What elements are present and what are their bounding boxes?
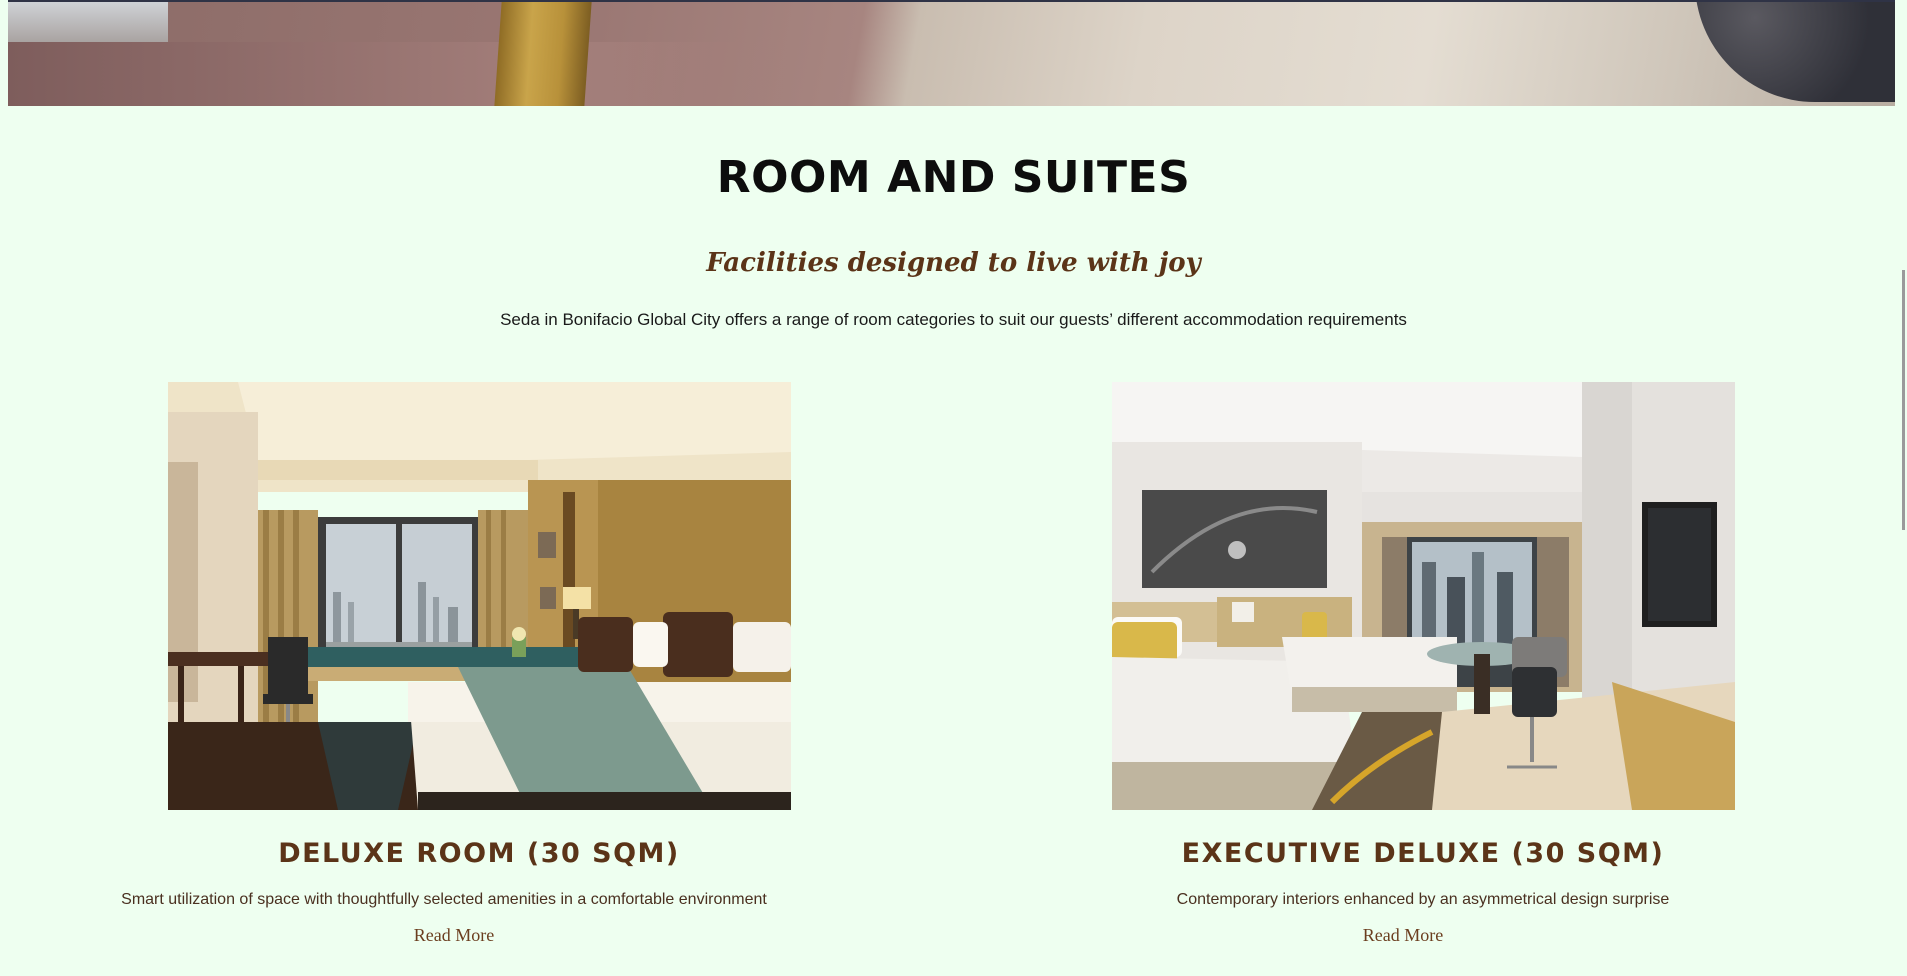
hero-plant-pot (1695, 2, 1895, 102)
room-title: DELUXE ROOM (30 SQM) (278, 838, 680, 869)
room-card-deluxe: DELUXE ROOM (30 SQM) Smart utilization o… (121, 382, 819, 946)
deluxe-room-image (167, 382, 791, 810)
hero-image (8, 0, 1895, 106)
room-description: Smart utilization of space with thoughtf… (121, 891, 767, 908)
hero-rug (8, 42, 788, 106)
executive-room-image (1111, 382, 1735, 810)
room-photo-deluxe[interactable] (167, 382, 791, 810)
scrollbar-thumb[interactable] (1902, 270, 1905, 530)
room-photo-executive[interactable] (1111, 382, 1735, 810)
hero-table-leg (494, 2, 592, 106)
section-intro: Seda in Bonifacio Global City offers a r… (500, 310, 1407, 329)
section-heading: ROOM AND SUITES (716, 152, 1191, 203)
read-more-link[interactable]: Read More (1043, 925, 1763, 946)
read-more-link[interactable]: Read More (89, 925, 819, 946)
hero-window (8, 2, 168, 42)
room-title: EXECUTIVE DELUXE (30 SQM) (1181, 838, 1665, 869)
page: ROOM AND SUITES Facilities designed to l… (0, 0, 1907, 976)
room-card-executive: EXECUTIVE DELUXE (30 SQM) Contemporary i… (1083, 382, 1763, 946)
section-tagline: Facilities designed to live with joy (706, 248, 1201, 278)
room-description: Contemporary interiors enhanced by an as… (1176, 891, 1670, 908)
scrollbar[interactable] (1895, 0, 1907, 976)
